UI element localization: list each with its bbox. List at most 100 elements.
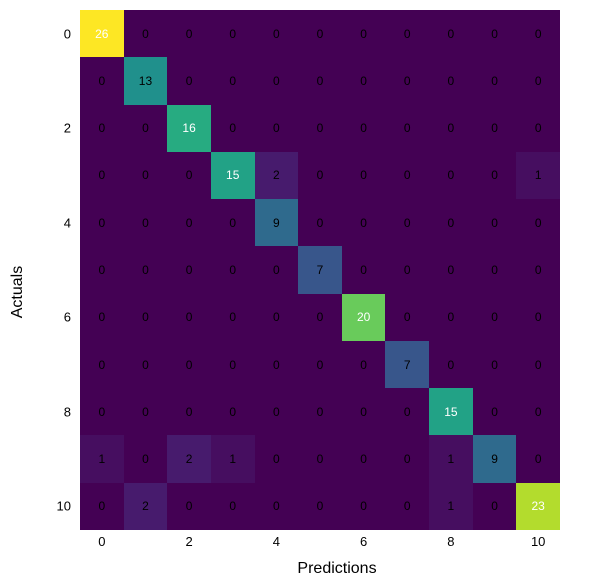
heatmap-cell: 0 (342, 105, 386, 152)
heatmap-cell: 0 (342, 57, 386, 104)
heatmap-cell: 0 (167, 199, 211, 246)
heatmap-cell: 0 (473, 341, 517, 388)
heatmap-cell: 0 (211, 483, 255, 530)
heatmap-cell: 0 (516, 341, 560, 388)
heatmap-cell: 0 (80, 246, 124, 293)
heatmap-cell: 0 (167, 10, 211, 57)
heatmap-cell: 0 (342, 246, 386, 293)
heatmap-chart: 2600000000000130000000000016000000000001… (80, 10, 560, 530)
heatmap-cell: 0 (167, 57, 211, 104)
heatmap-cell: 0 (255, 341, 299, 388)
heatmap-cell: 0 (342, 483, 386, 530)
x-ticks: 0246810 (80, 534, 560, 554)
heatmap-cell: 0 (385, 105, 429, 152)
heatmap-cell: 0 (124, 10, 168, 57)
heatmap-cell: 7 (385, 341, 429, 388)
heatmap-cell: 0 (429, 57, 473, 104)
heatmap-cell: 0 (385, 199, 429, 246)
heatmap-grid: 2600000000000130000000000016000000000001… (80, 10, 560, 530)
y-tick-label: 2 (64, 121, 71, 136)
heatmap-cell: 0 (167, 483, 211, 530)
heatmap-cell: 0 (124, 435, 168, 482)
heatmap-cell: 0 (298, 199, 342, 246)
y-tick-label: 6 (64, 310, 71, 325)
y-ticks: 0246810 (50, 10, 75, 530)
heatmap-cell: 0 (211, 388, 255, 435)
heatmap-cell: 2 (124, 483, 168, 530)
heatmap-cell: 0 (80, 152, 124, 199)
y-axis-label: Actuals (9, 266, 27, 318)
heatmap-cell: 26 (80, 10, 124, 57)
x-axis-label: Predictions (237, 560, 437, 578)
heatmap-cell: 0 (298, 388, 342, 435)
heatmap-cell: 0 (298, 294, 342, 341)
heatmap-cell: 9 (255, 199, 299, 246)
y-tick-label: 10 (57, 499, 71, 514)
heatmap-cell: 0 (342, 10, 386, 57)
heatmap-cell: 0 (124, 105, 168, 152)
heatmap-cell: 0 (342, 388, 386, 435)
heatmap-cell: 0 (80, 199, 124, 246)
heatmap-cell: 0 (167, 388, 211, 435)
heatmap-cell: 0 (298, 10, 342, 57)
heatmap-cell: 0 (342, 341, 386, 388)
heatmap-cell: 0 (298, 152, 342, 199)
heatmap-cell: 0 (255, 105, 299, 152)
heatmap-cell: 23 (516, 483, 560, 530)
heatmap-cell: 0 (385, 10, 429, 57)
heatmap-cell: 0 (124, 152, 168, 199)
heatmap-cell: 0 (385, 435, 429, 482)
heatmap-cell: 20 (342, 294, 386, 341)
heatmap-cell: 0 (255, 388, 299, 435)
heatmap-cell: 0 (342, 435, 386, 482)
heatmap-cell: 0 (473, 105, 517, 152)
heatmap-cell: 0 (124, 294, 168, 341)
heatmap-cell: 1 (80, 435, 124, 482)
heatmap-cell: 0 (211, 341, 255, 388)
heatmap-cell: 2 (167, 435, 211, 482)
heatmap-cell: 0 (255, 57, 299, 104)
heatmap-cell: 0 (473, 152, 517, 199)
heatmap-cell: 0 (211, 246, 255, 293)
heatmap-cell: 2 (255, 152, 299, 199)
heatmap-cell: 0 (516, 246, 560, 293)
x-tick-label: 4 (273, 534, 280, 549)
heatmap-cell: 0 (211, 57, 255, 104)
heatmap-cell: 0 (385, 388, 429, 435)
heatmap-cell: 0 (516, 388, 560, 435)
heatmap-cell: 0 (429, 152, 473, 199)
heatmap-cell: 1 (429, 483, 473, 530)
heatmap-cell: 0 (298, 341, 342, 388)
y-tick-label: 8 (64, 404, 71, 419)
heatmap-cell: 0 (80, 105, 124, 152)
heatmap-cell: 1 (429, 435, 473, 482)
heatmap-cell: 0 (211, 105, 255, 152)
heatmap-cell: 0 (473, 294, 517, 341)
heatmap-cell: 0 (385, 57, 429, 104)
x-tick-label: 10 (531, 534, 545, 549)
heatmap-cell: 16 (167, 105, 211, 152)
y-tick-label: 4 (64, 215, 71, 230)
heatmap-cell: 0 (429, 341, 473, 388)
heatmap-cell: 0 (516, 105, 560, 152)
heatmap-cell: 1 (211, 435, 255, 482)
x-tick-label: 8 (447, 534, 454, 549)
heatmap-cell: 0 (167, 152, 211, 199)
heatmap-cell: 0 (473, 57, 517, 104)
heatmap-cell: 0 (385, 246, 429, 293)
heatmap-cell: 0 (473, 199, 517, 246)
heatmap-cell: 0 (473, 483, 517, 530)
heatmap-cell: 0 (80, 341, 124, 388)
heatmap-cell: 0 (385, 152, 429, 199)
x-tick-label: 6 (360, 534, 367, 549)
heatmap-cell: 0 (516, 435, 560, 482)
heatmap-cell: 0 (80, 294, 124, 341)
heatmap-cell: 1 (516, 152, 560, 199)
heatmap-cell: 13 (124, 57, 168, 104)
x-tick-label: 0 (98, 534, 105, 549)
heatmap-cell: 0 (255, 294, 299, 341)
heatmap-cell: 0 (429, 105, 473, 152)
heatmap-cell: 0 (80, 483, 124, 530)
heatmap-cell: 0 (255, 483, 299, 530)
heatmap-cell: 0 (80, 388, 124, 435)
